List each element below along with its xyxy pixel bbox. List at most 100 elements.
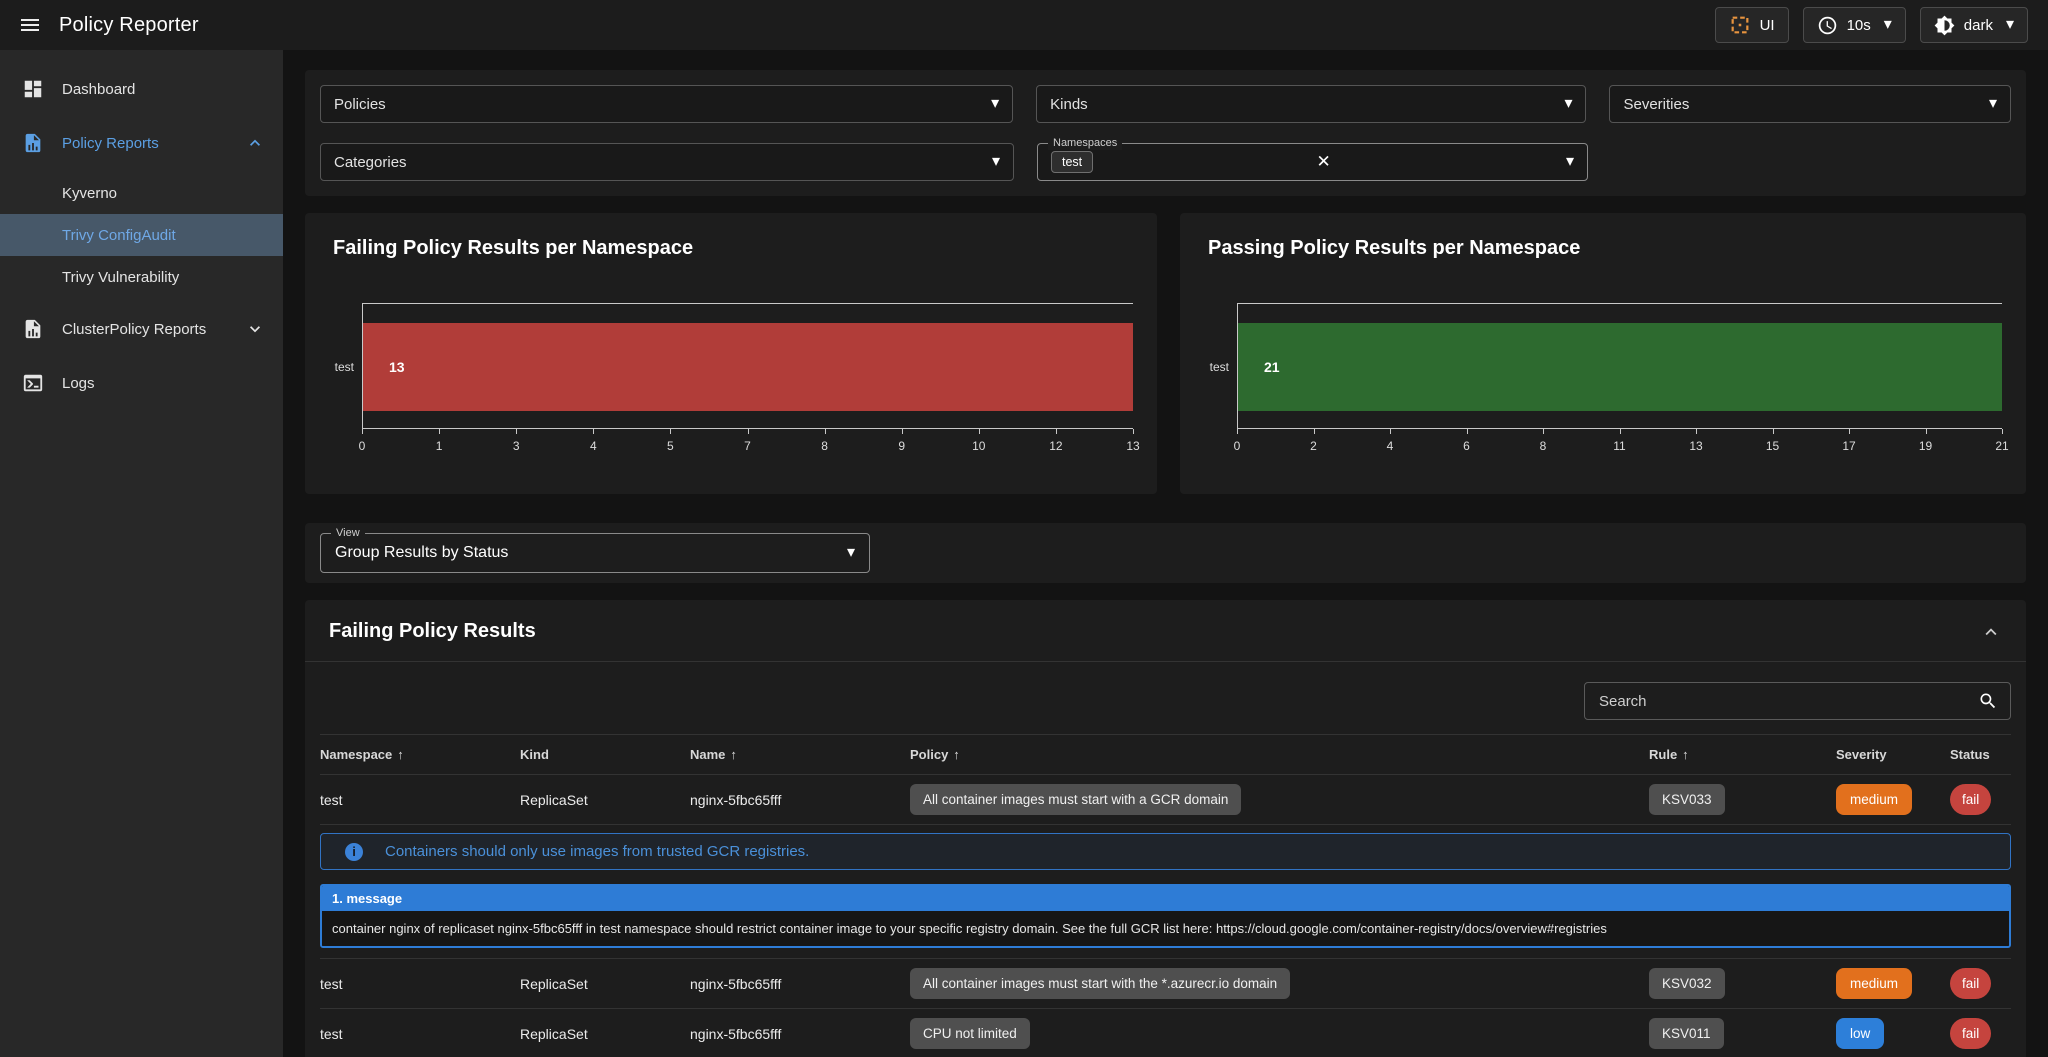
topbar-actions: UI 10s ▾ dark ▾	[1715, 7, 2028, 43]
message-panel: 1. message container nginx of replicaset…	[320, 884, 2011, 948]
axis-tick-label: 9	[898, 439, 905, 453]
policy-chip[interactable]: All container images must start with a G…	[910, 784, 1241, 815]
collapse-chevron-up-icon[interactable]	[1980, 621, 2002, 643]
sidebar-item-clusterpolicy-reports[interactable]: ClusterPolicy Reports	[0, 308, 283, 350]
theme-dropdown[interactable]: dark ▾	[1920, 7, 2028, 43]
passing-chart-plot: test 21	[1237, 303, 2002, 429]
policy-chip[interactable]: All container images must start with the…	[910, 968, 1290, 999]
axis-tick-label: 5	[667, 439, 674, 453]
ui-frame-icon	[1729, 14, 1751, 36]
axis-tick-label: 8	[1540, 439, 1547, 453]
axis-tick-label: 0	[359, 439, 366, 453]
axis-tick-label: 21	[1995, 439, 2008, 453]
sidebar-item-trivy-configaudit[interactable]: Trivy ConfigAudit	[0, 214, 283, 256]
policy-description-text: Containers should only use images from t…	[385, 843, 809, 860]
axis-tick-label: 15	[1766, 439, 1779, 453]
namespaces-select-label: Namespaces	[1048, 136, 1122, 150]
rule-chip[interactable]: KSV011	[1649, 1018, 1724, 1049]
charts-row: Failing Policy Results per Namespace tes…	[305, 213, 2026, 494]
severities-select[interactable]: Severities ▾	[1609, 85, 2011, 123]
search-icon[interactable]	[1978, 691, 1998, 711]
rule-chip[interactable]: KSV032	[1649, 968, 1725, 999]
failing-chart-plot: test 13	[362, 303, 1133, 429]
axis-tick-label: 6	[1463, 439, 1470, 453]
column-header-rule[interactable]: Rule↑	[1649, 747, 1836, 762]
namespace-chip[interactable]: test	[1051, 151, 1093, 173]
status-badge: fail	[1950, 1018, 1991, 1049]
cell-namespace: test	[320, 976, 520, 992]
ui-button[interactable]: UI	[1715, 7, 1789, 43]
failing-results-card: Failing Policy Results Namespace↑ Kind N…	[305, 600, 2026, 1057]
policies-select[interactable]: Policies ▾	[320, 85, 1013, 123]
chevron-up-icon	[245, 133, 265, 153]
sort-asc-icon: ↑	[397, 747, 404, 762]
axis-tick-label: 13	[1126, 439, 1139, 453]
policy-chip[interactable]: CPU not limited	[910, 1018, 1030, 1049]
clock-icon	[1817, 15, 1838, 36]
chart-title: Passing Policy Results per Namespace	[1208, 237, 1580, 260]
sort-asc-icon: ↑	[730, 747, 737, 762]
severities-select-label: Severities	[1623, 96, 1689, 113]
sidebar-item-kyverno[interactable]: Kyverno	[0, 172, 283, 214]
severity-badge: medium	[1836, 968, 1912, 999]
kinds-select[interactable]: Kinds ▾	[1036, 85, 1586, 123]
cell-kind: ReplicaSet	[520, 1026, 690, 1042]
axis-tick-label: 11	[1613, 439, 1625, 453]
results-header: Failing Policy Results	[305, 600, 2026, 662]
row-detail-panel: i Containers should only use images from…	[320, 825, 2011, 959]
sidebar-item-policy-reports[interactable]: Policy Reports	[0, 122, 283, 164]
console-icon	[22, 372, 46, 394]
search-input[interactable]	[1597, 692, 1970, 711]
bar-value-label: 13	[389, 323, 405, 411]
column-header-namespace[interactable]: Namespace↑	[320, 747, 520, 762]
column-header-kind[interactable]: Kind	[520, 747, 690, 762]
policies-select-label: Policies	[334, 96, 386, 113]
table-row[interactable]: test ReplicaSet nginx-5fbc65fff CPU not …	[320, 1009, 2011, 1057]
axis-tick-label: 10	[972, 439, 985, 453]
sidebar-item-label: Logs	[62, 375, 95, 392]
sidebar-item-dashboard[interactable]: Dashboard	[0, 68, 283, 110]
severity-badge: medium	[1836, 784, 1912, 815]
rule-chip[interactable]: KSV033	[1649, 784, 1725, 815]
sidebar-item-trivy-vulnerability[interactable]: Trivy Vulnerability	[0, 256, 283, 298]
kinds-select-label: Kinds	[1050, 96, 1088, 113]
axis-tick-label: 12	[1049, 439, 1062, 453]
column-header-name[interactable]: Name↑	[690, 747, 910, 762]
x-axis-ticks: 0 1 3 4 5 7 8 9 10 12 13	[362, 429, 1133, 463]
cell-kind: ReplicaSet	[520, 976, 690, 992]
axis-tick-label: 4	[1387, 439, 1394, 453]
axis-tick-label: 7	[744, 439, 751, 453]
axis-tick-label: 2	[1310, 439, 1317, 453]
axis-tick-label: 4	[590, 439, 597, 453]
sort-asc-icon: ↑	[953, 747, 960, 762]
passing-bar[interactable]: 21	[1238, 323, 2002, 411]
column-header-severity[interactable]: Severity	[1836, 747, 1950, 762]
view-select[interactable]: View Group Results by Status ▾	[320, 533, 870, 573]
categories-select[interactable]: Categories ▾	[320, 143, 1014, 181]
axis-tick-label: 1	[436, 439, 443, 453]
namespaces-select[interactable]: Namespaces test ✕ ▾	[1037, 143, 1588, 181]
status-badge: fail	[1950, 968, 1991, 999]
sidebar-item-label: Kyverno	[62, 185, 117, 202]
refresh-interval-value: 10s	[1847, 17, 1871, 34]
column-header-status[interactable]: Status	[1950, 747, 2011, 762]
severity-badge: low	[1836, 1018, 1884, 1049]
menu-icon[interactable]	[18, 13, 42, 37]
chevron-down-icon	[245, 319, 265, 339]
table-row[interactable]: test ReplicaSet nginx-5fbc65fff All cont…	[320, 959, 2011, 1009]
sidebar-item-logs[interactable]: Logs	[0, 362, 283, 404]
clear-icon[interactable]: ✕	[1316, 152, 1330, 172]
search-field[interactable]	[1584, 682, 2011, 720]
passing-chart-card: Passing Policy Results per Namespace tes…	[1180, 213, 2026, 494]
dashboard-icon	[22, 78, 46, 100]
caret-down-icon: ▾	[992, 154, 1000, 170]
status-badge: fail	[1950, 784, 1991, 815]
refresh-interval-dropdown[interactable]: 10s ▾	[1803, 7, 1906, 43]
table-row[interactable]: test ReplicaSet nginx-5fbc65fff All cont…	[320, 775, 2011, 825]
cell-name: nginx-5fbc65fff	[690, 1026, 910, 1042]
axis-tick-label: 19	[1919, 439, 1932, 453]
cell-kind: ReplicaSet	[520, 792, 690, 808]
failing-bar[interactable]: 13	[363, 323, 1133, 411]
column-header-policy[interactable]: Policy↑	[910, 747, 1649, 762]
cell-namespace: test	[320, 1026, 520, 1042]
